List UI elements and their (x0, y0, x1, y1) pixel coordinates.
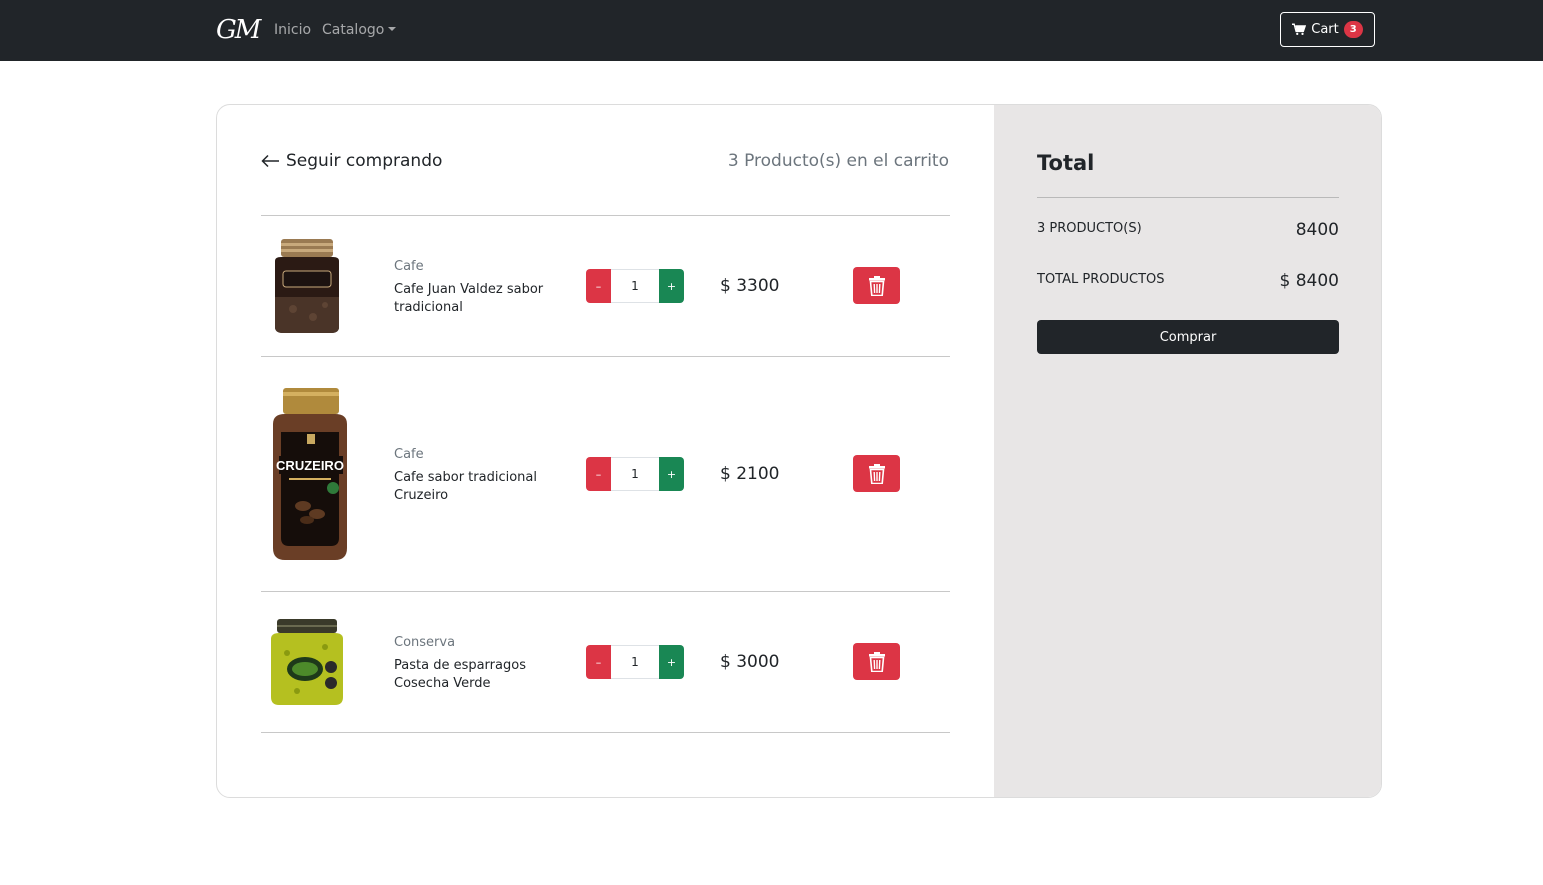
nav-dropdown-label: Catalogo (322, 22, 385, 38)
nav-dropdown-catalogo[interactable]: Catalogo (322, 21, 397, 39)
shopping-cart-icon (1292, 23, 1307, 36)
cart-button[interactable]: Cart 3 (1280, 12, 1375, 47)
item-price: $ 2100 (720, 464, 780, 484)
item-category: Cafe (394, 259, 424, 274)
item-name: Cafe sabor tradicional Cruzeiro (394, 470, 537, 503)
trash-icon (868, 275, 885, 296)
divider (261, 356, 950, 357)
product-image-juan-valdez[interactable] (267, 237, 347, 335)
continue-shopping-link[interactable]: Seguir comprando (261, 150, 442, 172)
total-products-label: TOTAL PRODUCTOS (1037, 272, 1165, 287)
cart-count-text: 3 Producto(s) en el carrito (727, 151, 949, 171)
quantity-stepper: – 1 + (586, 645, 684, 679)
total-products-value: $ 8400 (1279, 271, 1339, 291)
arrow-left-icon (261, 154, 279, 168)
quantity-input[interactable]: 1 (611, 457, 659, 491)
trash-icon (868, 651, 885, 672)
item-name: Pasta de esparragos Cosecha Verde (394, 658, 526, 691)
increase-quantity-button[interactable]: + (659, 457, 684, 491)
item-price: $ 3300 (720, 276, 780, 296)
buy-button[interactable]: Comprar (1037, 320, 1339, 354)
quantity-input[interactable]: 1 (611, 645, 659, 679)
chevron-down-icon (388, 27, 397, 31)
order-summary-panel: Total 3 PRODUCTO(S) 8400 TOTAL PRODUCTOS… (994, 105, 1381, 797)
increase-quantity-button[interactable]: + (659, 269, 684, 303)
cart-count-badge: 3 (1343, 21, 1363, 38)
nav-link-inicio[interactable]: Inicio (274, 21, 311, 39)
brand-logo[interactable]: GM (216, 14, 261, 46)
decrease-quantity-button[interactable]: – (586, 645, 611, 679)
product-image-cruzeiro[interactable]: CRUZEIRO (267, 388, 353, 561)
cart-card: Seguir comprando 3 Producto(s) en el car… (216, 104, 1382, 798)
delete-item-button[interactable] (853, 455, 900, 492)
divider (261, 732, 950, 733)
products-count-label: 3 PRODUCTO(S) (1037, 221, 1142, 236)
divider (1037, 197, 1339, 198)
quantity-stepper: – 1 + (586, 457, 684, 491)
products-subtotal-value: 8400 (1295, 220, 1339, 240)
delete-item-button[interactable] (853, 267, 900, 304)
quantity-stepper: – 1 + (586, 269, 684, 303)
summary-title: Total (1037, 151, 1095, 175)
cart-label: Cart (1311, 22, 1339, 37)
product-image-cosecha-verde[interactable] (267, 617, 347, 707)
decrease-quantity-button[interactable]: – (586, 457, 611, 491)
delete-item-button[interactable] (853, 643, 900, 680)
navbar: GM Inicio Catalogo Cart 3 (0, 0, 1543, 61)
trash-icon (868, 463, 885, 484)
item-price: $ 3000 (720, 652, 780, 672)
divider (261, 591, 950, 592)
item-category: Conserva (394, 635, 456, 650)
decrease-quantity-button[interactable]: – (586, 269, 611, 303)
continue-shopping-label: Seguir comprando (286, 151, 443, 171)
item-name: Cafe Juan Valdez sabor tradicional (394, 282, 544, 315)
product-label-text: CRUZEIRO (276, 458, 344, 473)
divider (261, 215, 950, 216)
increase-quantity-button[interactable]: + (659, 645, 684, 679)
quantity-input[interactable]: 1 (611, 269, 659, 303)
item-category: Cafe (394, 447, 424, 462)
